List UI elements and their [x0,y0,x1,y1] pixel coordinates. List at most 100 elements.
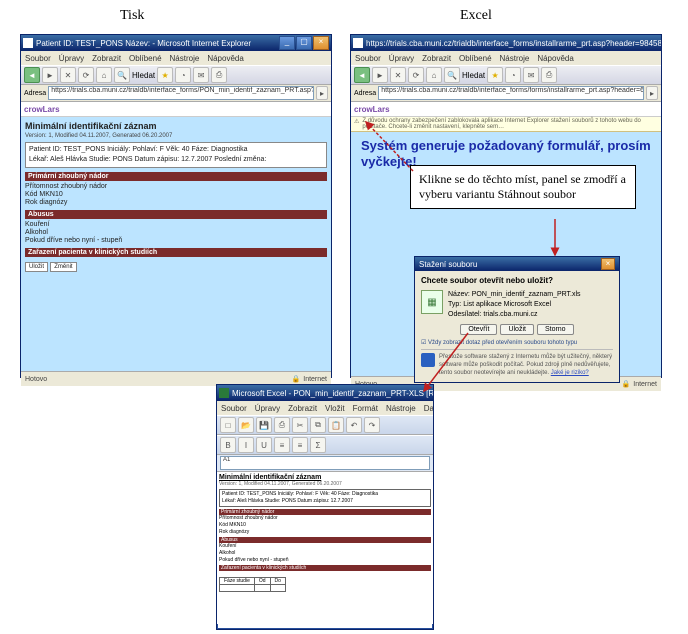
print-button[interactable]: ⎙ [541,67,557,83]
new-button[interactable]: □ [220,417,236,433]
open-button[interactable]: Otevřít [460,324,497,335]
menu-nastroje[interactable]: Nástroje [170,54,200,63]
favorites-button[interactable]: ★ [157,67,173,83]
history-button[interactable]: ◔ [505,67,521,83]
go-button[interactable]: ▸ [316,86,328,100]
menu-napoveda[interactable]: Nápověda [207,54,243,63]
search-label: Hledat [462,71,485,80]
minimize-button[interactable]: _ [279,36,295,50]
maximize-button[interactable]: ▢ [296,36,312,50]
italic-button[interactable]: I [238,437,254,453]
search-button[interactable]: 🔍 [444,67,460,83]
redo-button[interactable]: ↷ [364,417,380,433]
align-left-button[interactable]: ≡ [274,437,290,453]
change-button[interactable]: Změnit [50,262,76,272]
section-studies: Zařazení pacienta v klinických studiích [219,565,431,571]
field-alcohol: Alkohol [219,550,431,556]
stop-button[interactable]: ✕ [60,67,76,83]
menu-nastroje[interactable]: Nástroje [500,54,530,63]
field-mkn: Kód MKN10 [219,522,431,528]
sum-button[interactable]: Σ [310,437,326,453]
save-button[interactable]: Uložit [25,262,48,272]
print-button[interactable]: ⎙ [274,417,290,433]
ie-icon [23,38,33,48]
refresh-button[interactable]: ⟳ [408,67,424,83]
align-center-button[interactable]: ≡ [292,437,308,453]
menu-format[interactable]: Formát [353,404,378,413]
titlebar-excel: https://trials.cba.muni.cz/trialdb/inter… [351,35,661,51]
page-header: crowLars [21,102,331,117]
menu-soubor[interactable]: Soubor [25,54,51,63]
menu-napoveda[interactable]: Nápověda [537,54,573,63]
risk-link[interactable]: Jaké je riziko? [551,370,589,376]
mail-button[interactable]: ✉ [193,67,209,83]
dialog-title: Stažení souboru [419,260,477,269]
menu-vlozit[interactable]: Vložit [325,404,345,413]
shield-icon [421,353,435,367]
back-button[interactable]: ◄ [354,67,370,83]
menu-upravy[interactable]: Úpravy [255,404,280,413]
paste-button[interactable]: 📋 [328,417,344,433]
close-button[interactable]: × [313,36,329,50]
forward-button[interactable]: ► [42,67,58,83]
callout-annotation: Klikne se do těchto míst, panel se zmodř… [410,165,636,209]
undo-button[interactable]: ↶ [346,417,362,433]
always-ask-checkbox[interactable]: ☑ Vždy zobrazit dotaz před otevřením sou… [421,339,613,346]
ie-icon [353,38,363,48]
excel-sheet[interactable]: Minimální identifikační záznam Version: … [217,472,433,624]
history-button[interactable]: ◔ [175,67,191,83]
cell-ref[interactable]: A1 [220,456,430,470]
addr-label: Adresa [354,90,376,97]
menu-soubor[interactable]: Soubor [221,404,247,413]
cancel-button[interactable]: Storno [537,324,574,335]
security-bar[interactable]: ⚠ Z důvodu ochrany zabezpečení zablokova… [351,117,661,132]
forward-button[interactable]: ► [372,67,388,83]
refresh-button[interactable]: ⟳ [78,67,94,83]
copy-button[interactable]: ⧉ [310,417,326,433]
patient-line2: Lékař: Aleš Hlávka Studie: PONS Datum zá… [222,498,428,505]
stop-button[interactable]: ✕ [390,67,406,83]
home-button[interactable]: ⌂ [426,67,442,83]
url-field[interactable]: https://trials.cba.muni.cz/trialdb/inter… [48,86,314,100]
menu-soubor[interactable]: Soubor [355,54,381,63]
print-button[interactable]: ⎙ [211,67,227,83]
open-button[interactable]: 📂 [238,417,254,433]
excel-file-icon: ▦ [421,290,443,314]
menu-upravy[interactable]: Úpravy [389,54,414,63]
shield-icon: ⚠ [354,118,359,130]
menu-oblibene[interactable]: Oblíbené [459,54,491,63]
dialog-titlebar: Stažení souboru × [415,257,619,271]
dialog-close-button[interactable]: × [601,258,615,270]
underline-button[interactable]: U [256,437,272,453]
label-tisk: Tisk [120,8,144,24]
go-button[interactable]: ▸ [646,86,658,100]
field-smoking: Kouření [219,543,431,549]
favorites-button[interactable]: ★ [487,67,503,83]
menu-oblibene[interactable]: Oblíbené [129,54,161,63]
save-button[interactable]: 💾 [256,417,272,433]
page-content-tisk: Minimální identifikační záznam Version: … [21,117,331,371]
menu-nastroje[interactable]: Nástroje [386,404,416,413]
patient-box: Patient ID: TEST_PONS Iniciály: Pohlaví:… [219,489,431,507]
url-field[interactable]: https://trials.cba.muni.cz/trialdb/inter… [378,86,644,100]
version-text: Version: 1, Modified 04.11.2007, Generat… [219,481,431,487]
browser-window-tisk: Patient ID: TEST_PONS Název: - Microsoft… [20,34,332,378]
mail-button[interactable]: ✉ [523,67,539,83]
page-title: Minimální identifikační záznam [219,474,431,481]
search-button[interactable]: 🔍 [114,67,130,83]
home-button[interactable]: ⌂ [96,67,112,83]
field-year: Rok diagnózy [219,529,431,535]
menu-upravy[interactable]: Úpravy [59,54,84,63]
excel-window: Microsoft Excel - PON_min_identif_zaznam… [216,384,434,630]
excel-toolbar2: B I U ≡ ≡ Σ [217,435,433,455]
from-label: Odesílatel: [448,311,481,318]
back-button[interactable]: ◄ [24,67,40,83]
save-button[interactable]: Uložit [500,324,534,335]
menu-zobrazit[interactable]: Zobrazit [92,54,121,63]
menu-zobrazit[interactable]: Zobrazit [288,404,317,413]
cut-button[interactable]: ✂ [292,417,308,433]
menu-zobrazit[interactable]: Zobrazit [422,54,451,63]
menu-data[interactable]: Data [424,404,433,413]
brand-logo: crowLars [24,105,60,114]
bold-button[interactable]: B [220,437,236,453]
